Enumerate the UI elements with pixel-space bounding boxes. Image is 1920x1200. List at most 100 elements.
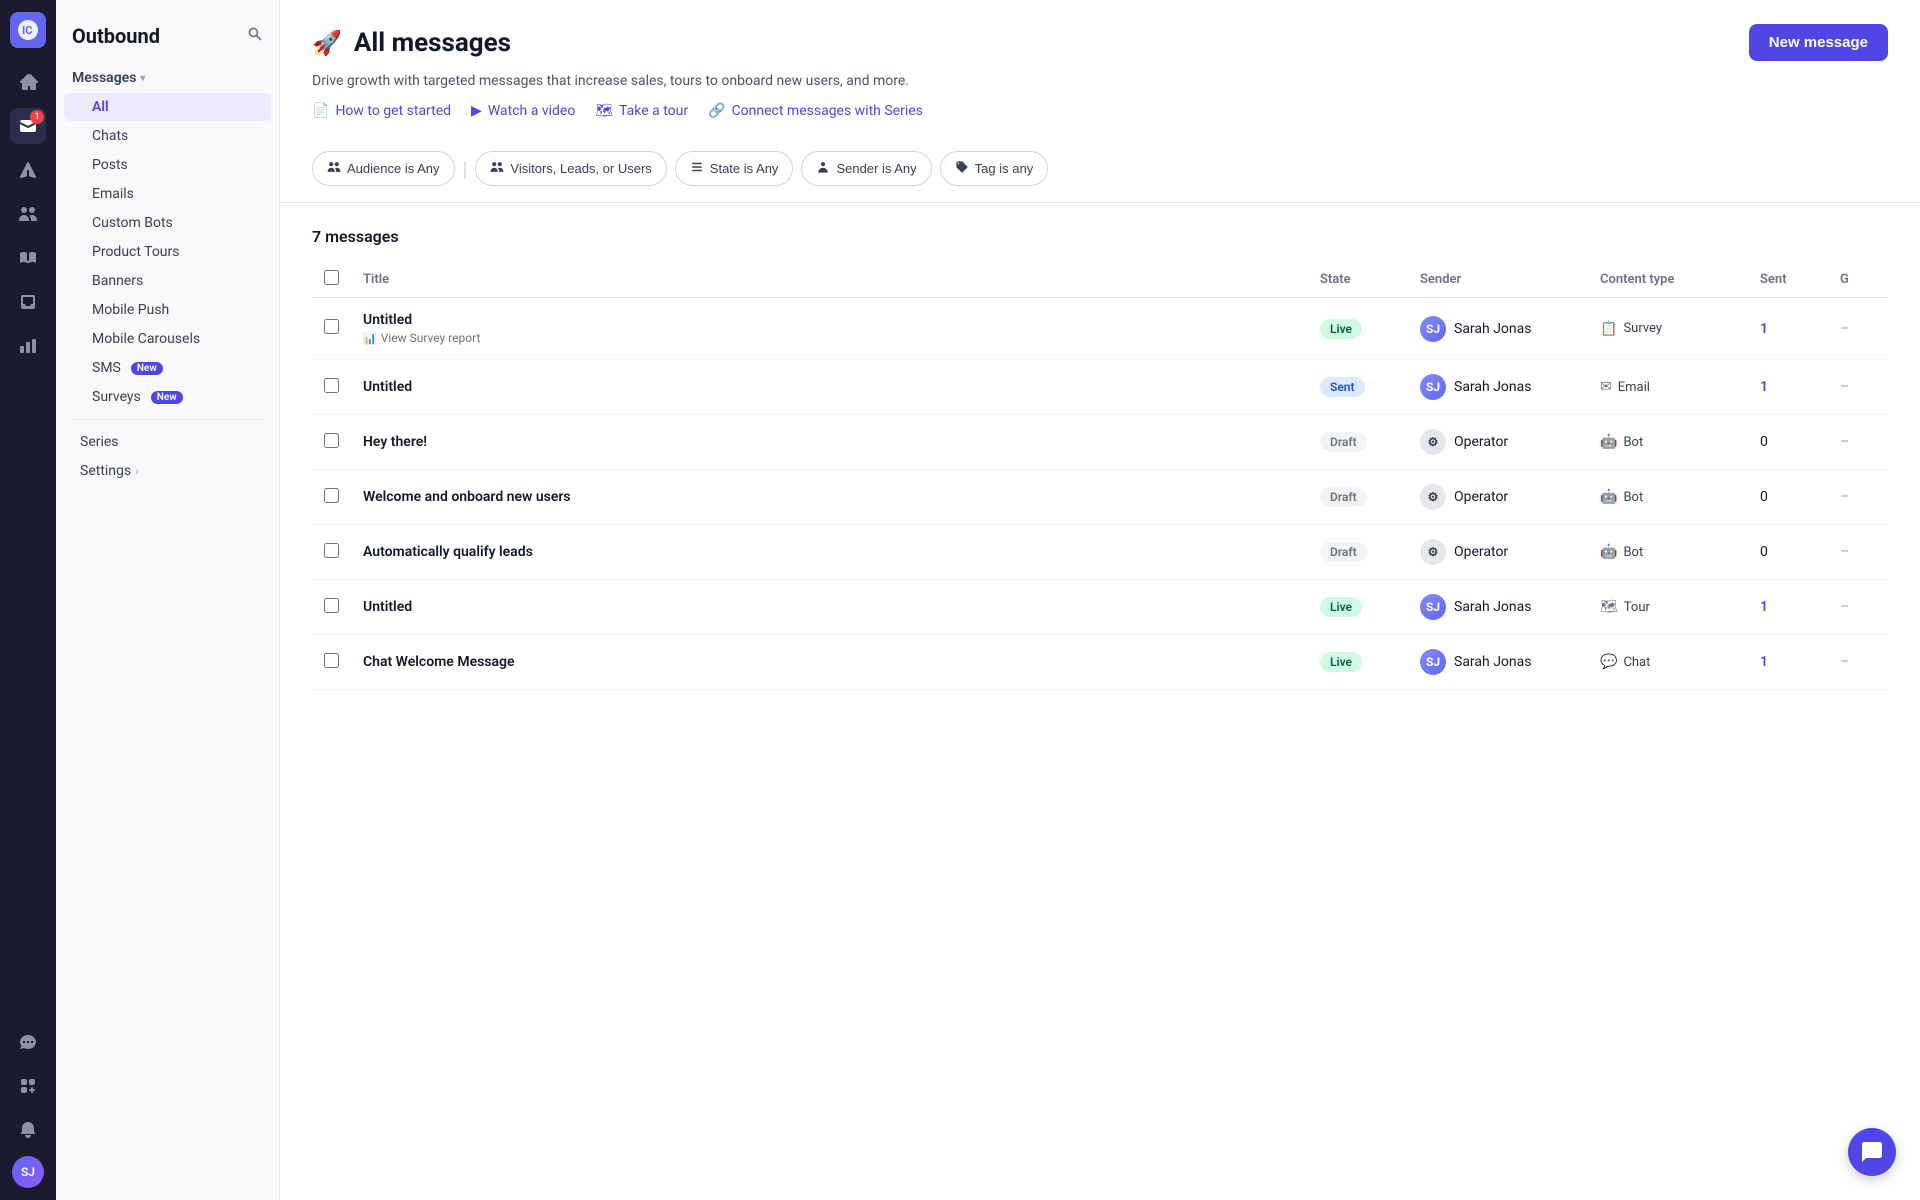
table-row[interactable]: Chat Welcome Message Live SJ Sarah Jonas… (312, 635, 1888, 690)
content-type-icon: 🗺 (1600, 599, 1618, 615)
row-checkbox-1[interactable] (324, 378, 339, 393)
new-message-button[interactable]: New message (1749, 24, 1888, 61)
table-row[interactable]: Untitled 📊 View Survey report Live SJ Sa… (312, 298, 1888, 360)
row-checkbox-6[interactable] (324, 653, 339, 668)
row-sent-cell: 0 (1748, 415, 1828, 470)
audience-filter[interactable]: Audience is Any (312, 151, 455, 186)
sidebar-item-series[interactable]: Series (64, 428, 271, 456)
analytics-icon[interactable] (10, 328, 46, 364)
sidebar-search-icon[interactable] (247, 26, 263, 46)
messages-section-header[interactable]: Messages ▾ (56, 64, 279, 92)
connect-series-link[interactable]: 🔗 Connect messages with Series (708, 103, 923, 119)
sidebar-item-surveys[interactable]: Surveys New (64, 383, 271, 411)
row-content-type-cell: ✉ Email (1588, 360, 1748, 415)
how-to-start-link[interactable]: 📄 How to get started (312, 103, 451, 119)
row-title-cell[interactable]: Welcome and onboard new users (351, 470, 1308, 525)
messages-label: Messages (72, 70, 136, 86)
select-all-checkbox[interactable] (324, 270, 339, 285)
sender-info: SJ Sarah Jonas (1420, 649, 1576, 675)
rocket-icon[interactable] (10, 152, 46, 188)
book-icon[interactable] (10, 240, 46, 276)
sidebar-item-banners[interactable]: Banners (64, 267, 271, 295)
sidebar-item-custom-bots[interactable]: Custom Bots (64, 209, 271, 237)
take-tour-link[interactable]: 🗺 Take a tour (595, 103, 688, 119)
col-header-title: Title (351, 262, 1308, 298)
col-header-state: State (1308, 262, 1408, 298)
row-state-cell: Live (1308, 298, 1408, 360)
row-state-cell: Live (1308, 580, 1408, 635)
sidebar-item-settings[interactable]: Settings › (64, 457, 271, 485)
row-g-cell: – (1828, 298, 1888, 360)
outbound-mail-icon[interactable]: 1 (10, 108, 46, 144)
sidebar-item-emails[interactable]: Emails (64, 180, 271, 208)
row-content-type-cell: 🤖 Bot (1588, 415, 1748, 470)
contacts-icon[interactable] (10, 196, 46, 232)
table-row[interactable]: Untitled Sent SJ Sarah Jonas ✉ Email 1 – (312, 360, 1888, 415)
row-title-cell[interactable]: Automatically qualify leads (351, 525, 1308, 580)
page-title: All messages (354, 28, 511, 58)
sender-avatar: SJ (1420, 374, 1446, 400)
row-checkbox-5[interactable] (324, 598, 339, 613)
messages-table: Title State Sender Content type Sent G U… (312, 262, 1888, 690)
state-badge: Live (1320, 597, 1362, 617)
sent-value: 1 (1760, 599, 1768, 615)
row-checkbox-cell (312, 470, 351, 525)
sidebar-item-sms[interactable]: SMS New (64, 354, 271, 382)
content-type-info: 🤖 Bot (1600, 489, 1736, 505)
sidebar-item-product-tours[interactable]: Product Tours (64, 238, 271, 266)
row-checkbox-2[interactable] (324, 433, 339, 448)
banners-label: Banners (92, 273, 143, 289)
watch-video-link[interactable]: ▶ Watch a video (471, 103, 575, 119)
sms-new-badge: New (131, 362, 163, 375)
bell-icon[interactable] (10, 1112, 46, 1148)
chat-icon[interactable] (10, 1024, 46, 1060)
state-badge: Draft (1320, 542, 1367, 562)
row-title-cell[interactable]: Chat Welcome Message (351, 635, 1308, 690)
row-checkbox-3[interactable] (324, 488, 339, 503)
home-icon[interactable] (10, 64, 46, 100)
inbox-icon[interactable] (10, 284, 46, 320)
table-row[interactable]: Hey there! Draft ⚙ Operator 🤖 Bot 0 – (312, 415, 1888, 470)
sent-value: 0 (1760, 489, 1768, 505)
sent-value: 1 (1760, 379, 1768, 395)
segment-icon (490, 160, 504, 177)
content-type-info: 🤖 Bot (1600, 434, 1736, 450)
sidebar-item-posts[interactable]: Posts (64, 151, 271, 179)
state-filter[interactable]: State is Any (675, 151, 794, 186)
sender-name: Sarah Jonas (1454, 599, 1531, 615)
sidebar-item-chats[interactable]: Chats (64, 122, 271, 150)
table-row[interactable]: Welcome and onboard new users Draft ⚙ Op… (312, 470, 1888, 525)
tag-filter[interactable]: Tag is any (940, 151, 1049, 186)
row-g-cell: – (1828, 470, 1888, 525)
row-title-cell[interactable]: Untitled (351, 580, 1308, 635)
sidebar-item-all[interactable]: All (64, 93, 271, 121)
sidebar-item-mobile-carousels[interactable]: Mobile Carousels (64, 325, 271, 353)
chat-bubble[interactable] (1848, 1128, 1896, 1176)
col-header-sender: Sender (1408, 262, 1588, 298)
table-row[interactable]: Automatically qualify leads Draft ⚙ Oper… (312, 525, 1888, 580)
segment-filter[interactable]: Visitors, Leads, or Users (475, 151, 666, 186)
row-subtitle[interactable]: 📊 View Survey report (363, 331, 1296, 345)
settings-label: Settings (80, 463, 131, 479)
content-type-info: 💬 Chat (1600, 654, 1736, 670)
sender-name: Sarah Jonas (1454, 379, 1531, 395)
row-title: Untitled (363, 379, 1296, 395)
play-icon: ▶ (471, 103, 482, 119)
app-logo[interactable]: IC (10, 12, 46, 48)
sent-value: 0 (1760, 544, 1768, 560)
sender-filter[interactable]: Sender is Any (801, 151, 931, 186)
row-checkbox-4[interactable] (324, 543, 339, 558)
row-title: Automatically qualify leads (363, 544, 1296, 560)
row-title-cell[interactable]: Untitled 📊 View Survey report (351, 298, 1308, 360)
sidebar-item-mobile-push[interactable]: Mobile Push (64, 296, 271, 324)
sidebar-title: Outbound (56, 16, 279, 64)
tag-filter-label: Tag is any (975, 161, 1034, 176)
row-checkbox-0[interactable] (324, 319, 339, 334)
table-row[interactable]: Untitled Live SJ Sarah Jonas 🗺 Tour 1 – (312, 580, 1888, 635)
apps-icon[interactable] (10, 1068, 46, 1104)
header-top: 🚀 All messages New message (312, 24, 1888, 61)
row-title-cell[interactable]: Hey there! (351, 415, 1308, 470)
user-avatar[interactable]: SJ (12, 1156, 44, 1188)
row-title-cell[interactable]: Untitled (351, 360, 1308, 415)
sidebar: Outbound Messages ▾ All Chats Posts Emai… (56, 0, 280, 1200)
